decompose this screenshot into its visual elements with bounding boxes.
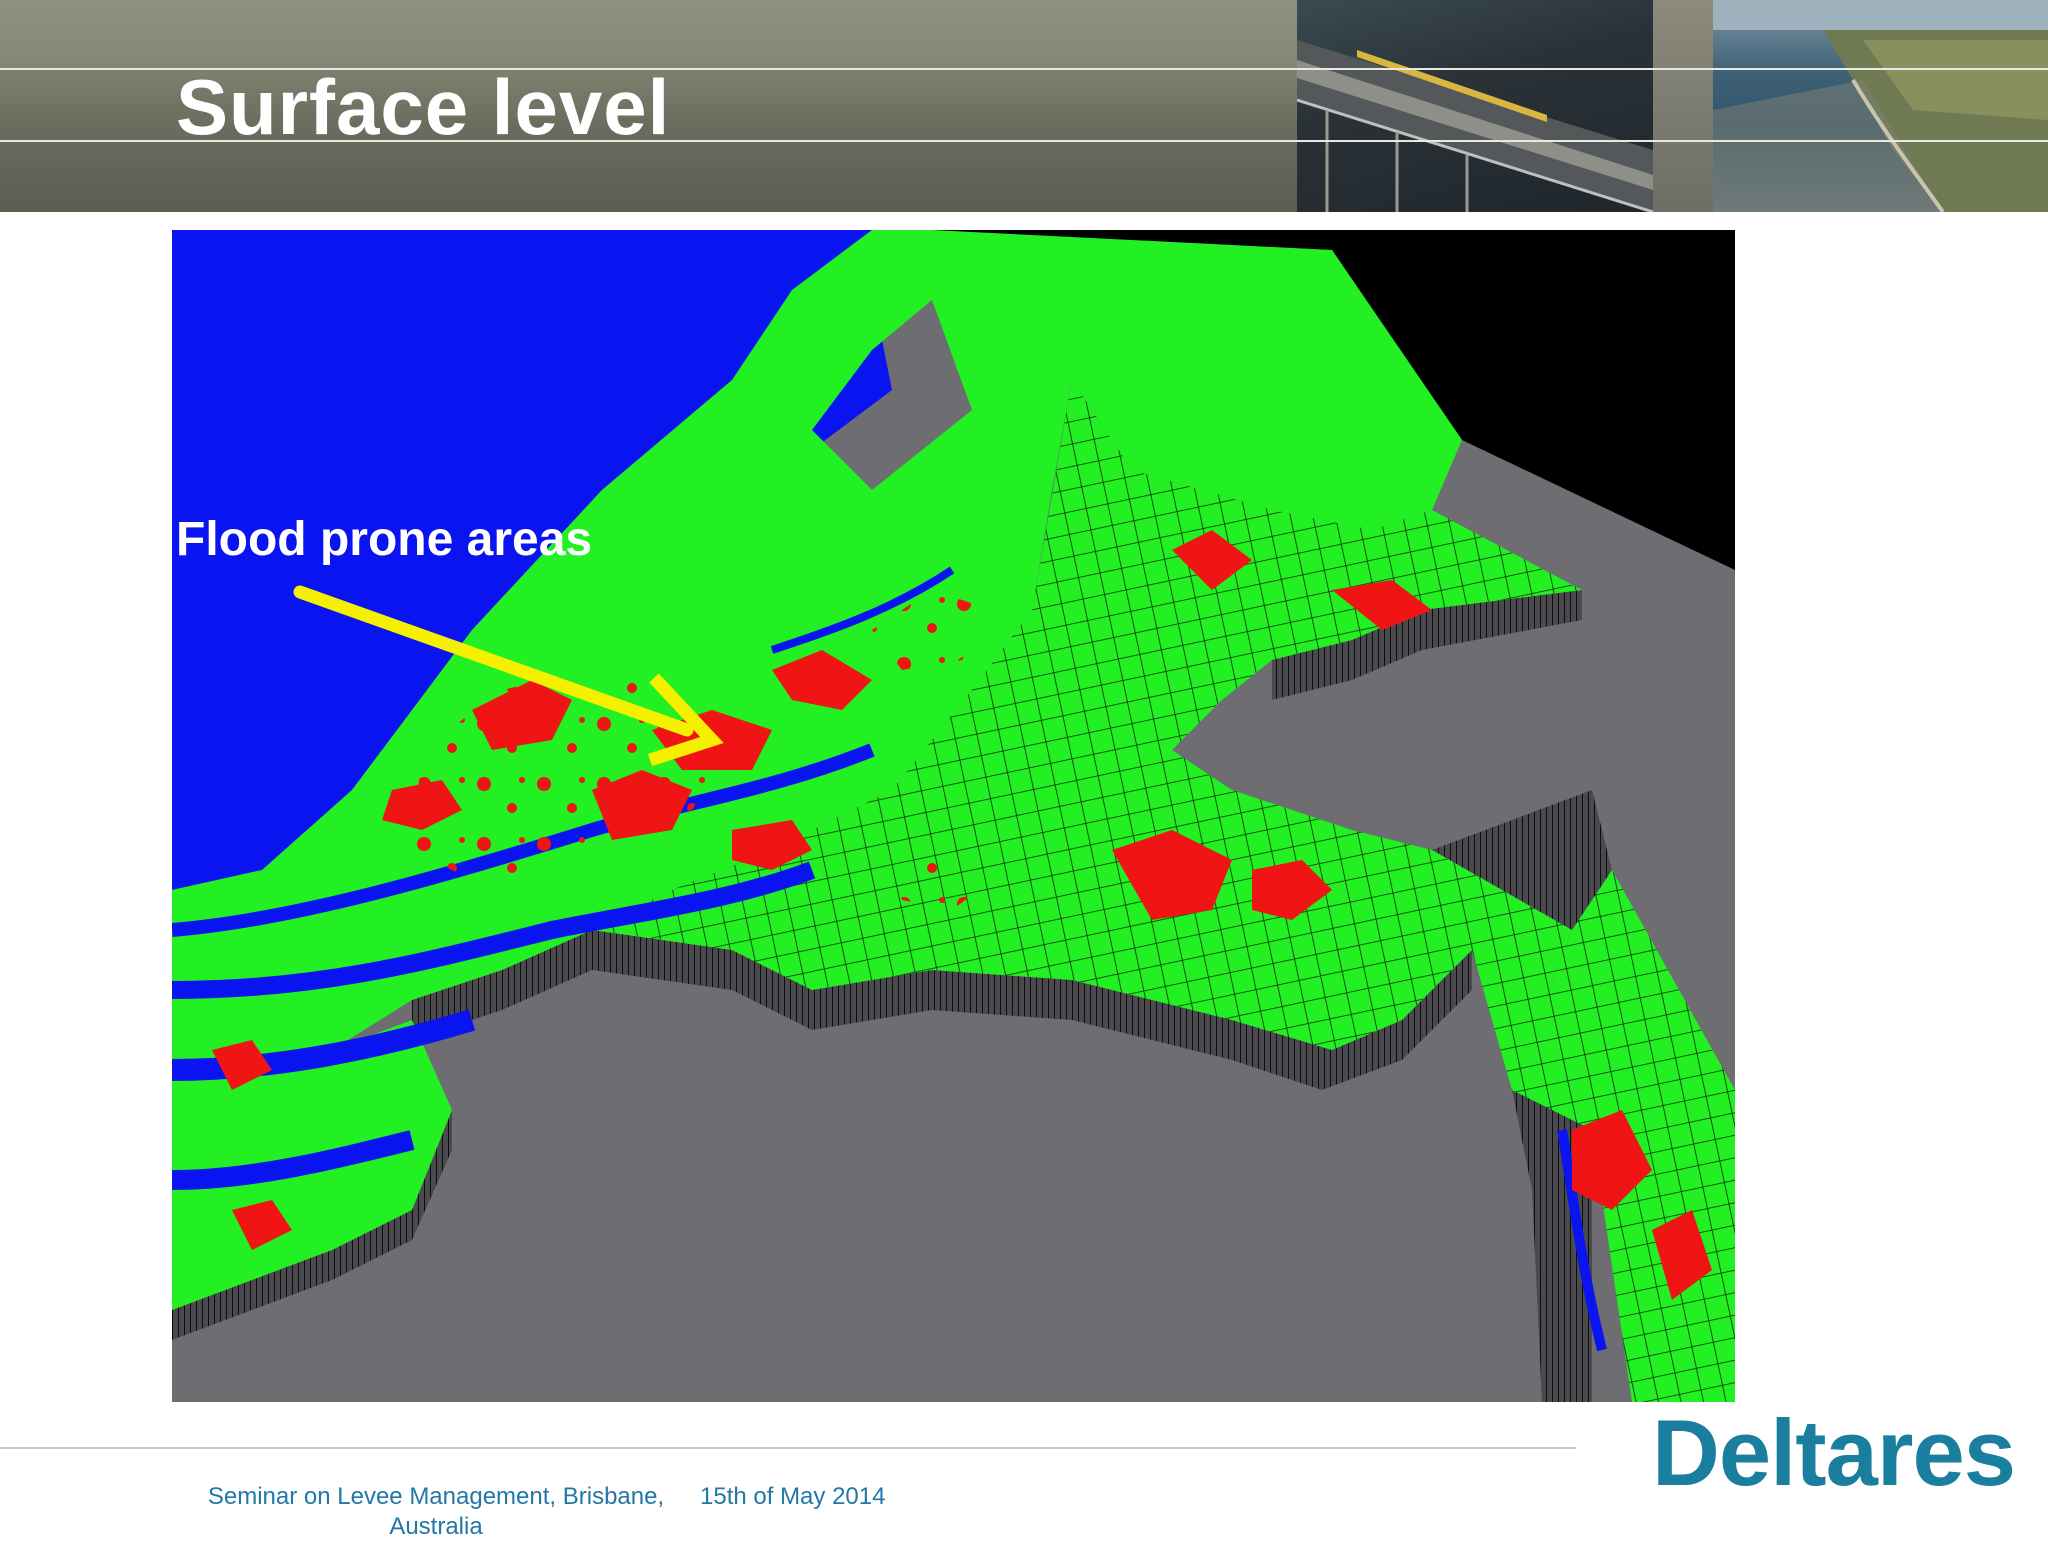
bridge-photo: [1297, 0, 1653, 212]
slide-title: Surface level: [176, 63, 671, 151]
footer-event: Seminar on Levee Management, Brisbane, A…: [207, 1483, 665, 1540]
header-banner: Surface level: [0, 0, 2048, 212]
footer-rule: [0, 1447, 1576, 1449]
surface-level-map: [172, 230, 1735, 1402]
flood-prone-callout: Flood prone areas: [176, 513, 593, 566]
footer-date: 15th of May 2014: [700, 1483, 886, 1510]
terrain-render: [172, 230, 1735, 1402]
header-photo-divider: [1653, 0, 1713, 212]
deltares-logo: Deltares: [1652, 1400, 2016, 1505]
coastline-photo: [1713, 0, 2048, 212]
